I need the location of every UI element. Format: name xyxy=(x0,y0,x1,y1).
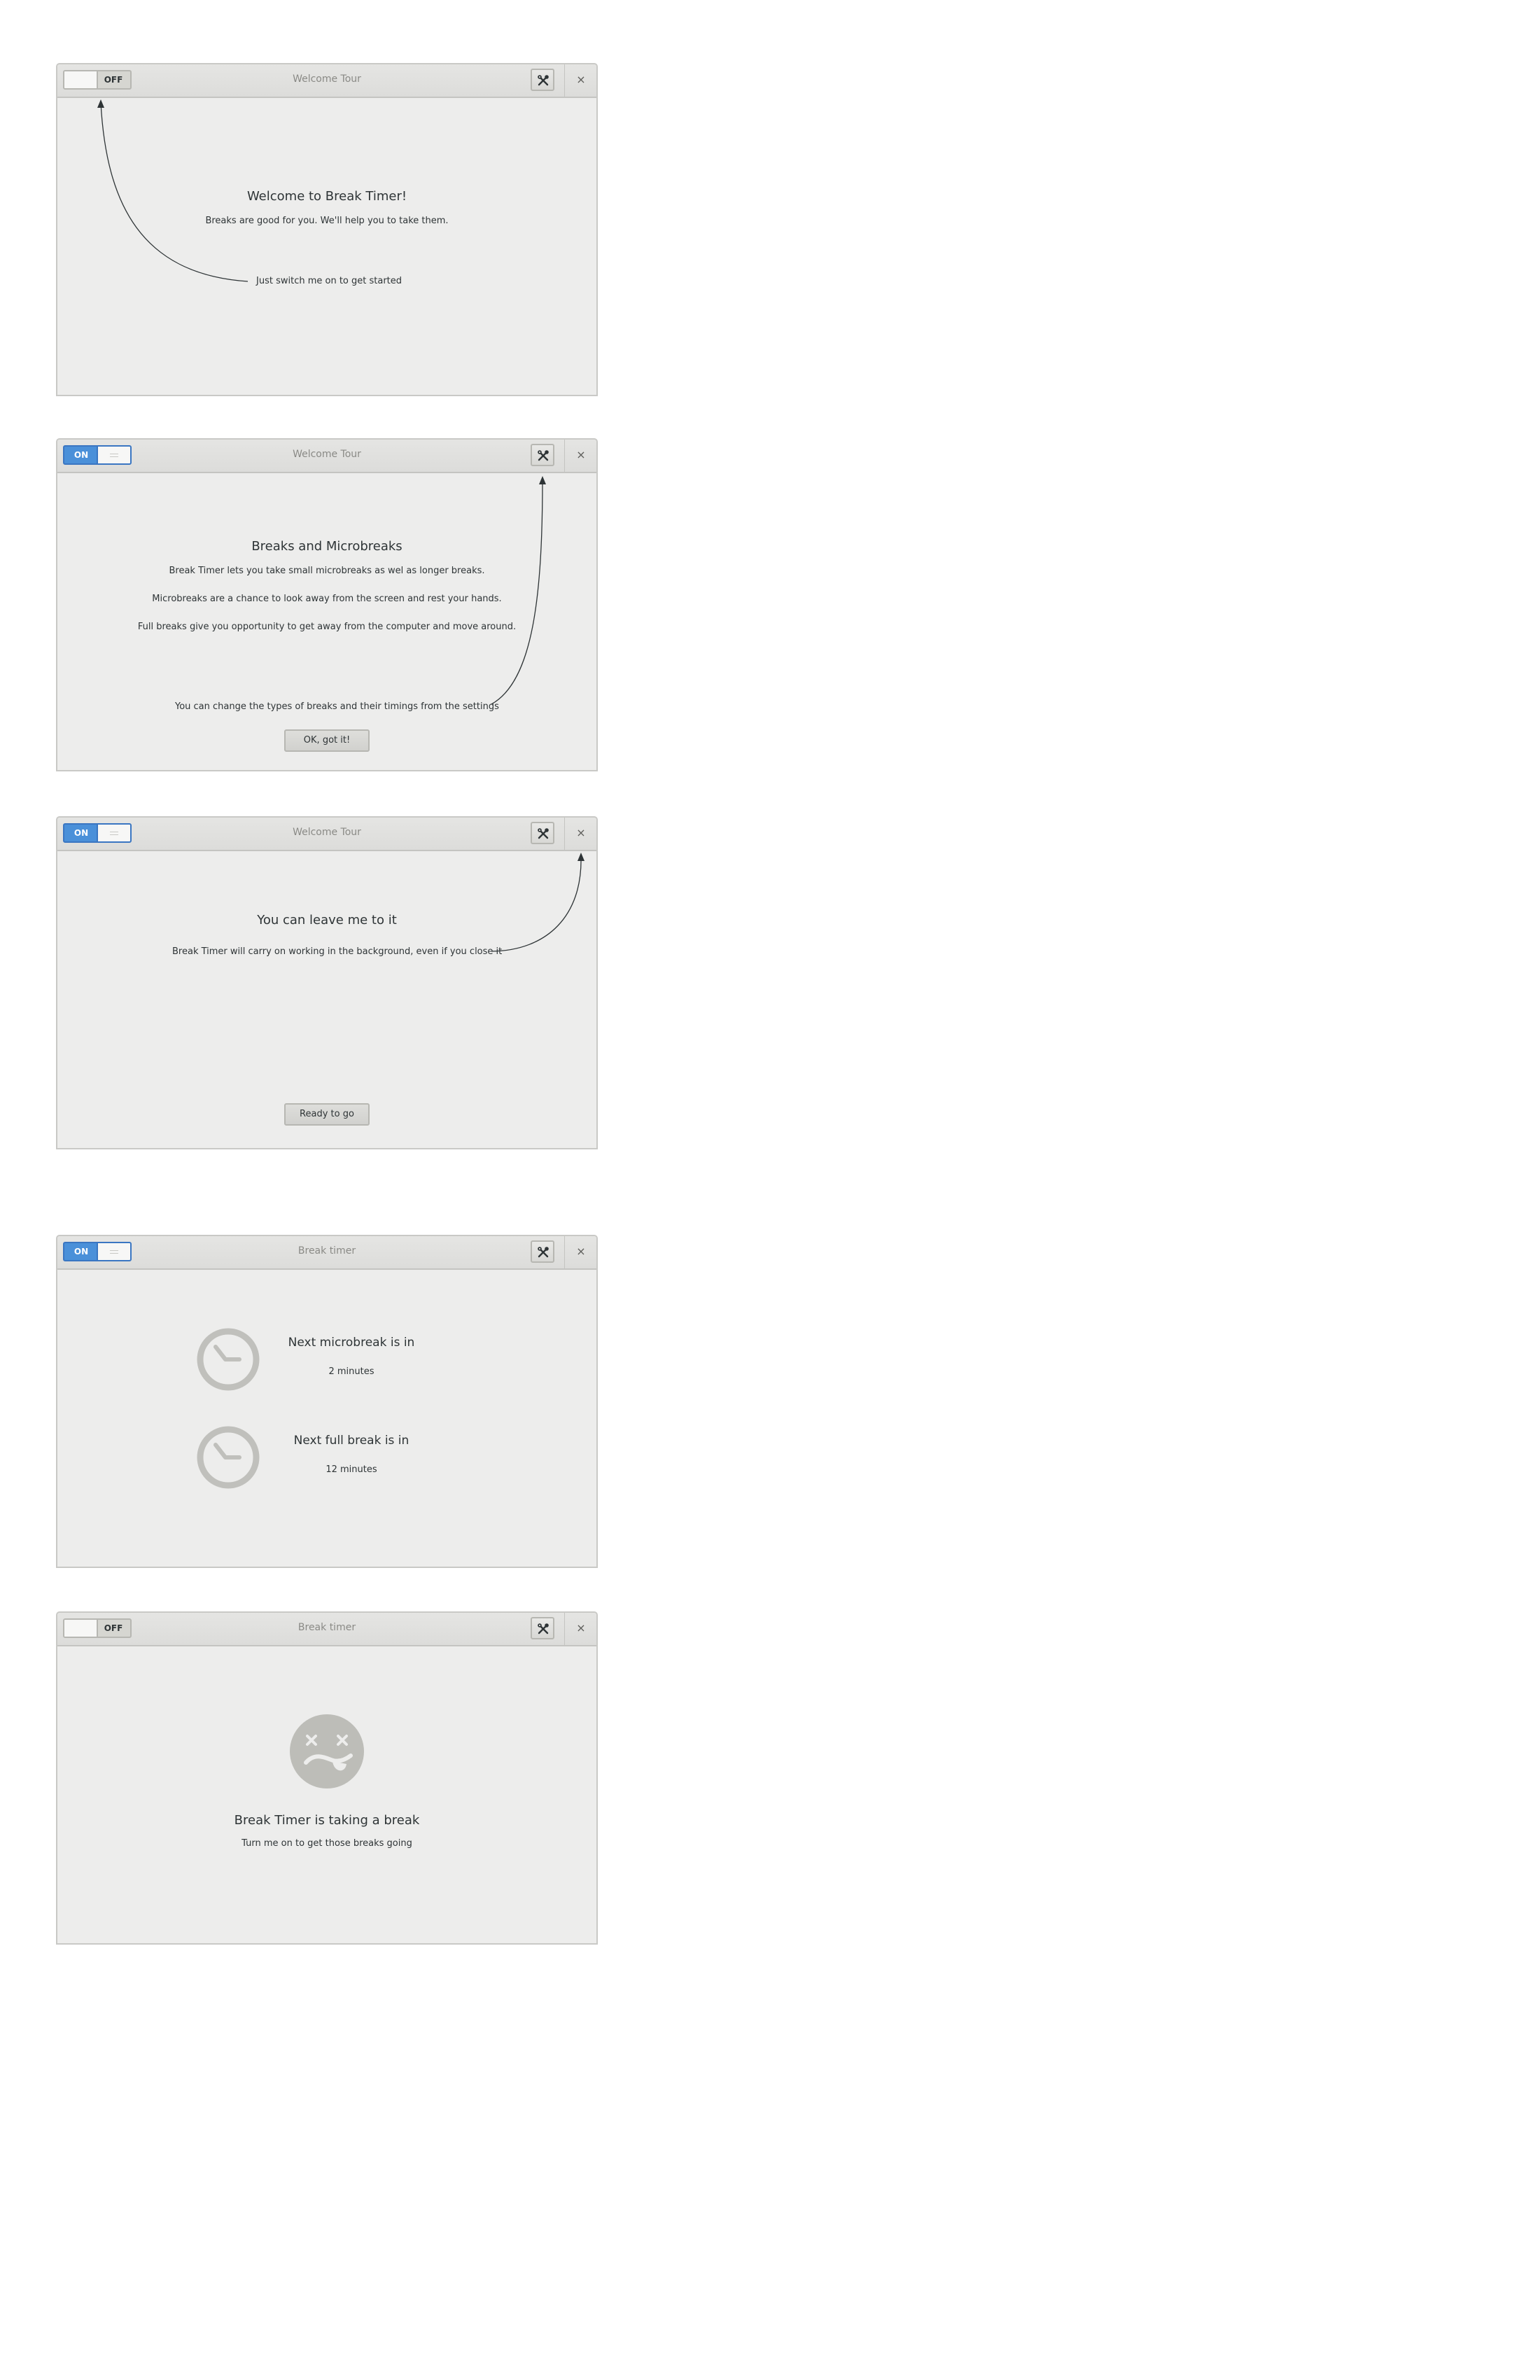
hint-arrow xyxy=(97,99,248,282)
microbreak-time: 2 minutes xyxy=(328,1366,374,1377)
welcome-window-2: ON Welcome Tour × Breaks and Microbreaks… xyxy=(56,438,598,771)
ready-to-go-button[interactable]: Ready to go xyxy=(284,1103,370,1126)
status-body: Turn me on to get those breaks going xyxy=(241,1838,412,1849)
titlebar-separator xyxy=(564,1613,565,1645)
paragraph: Full breaks give you opportunity to get … xyxy=(137,622,517,632)
close-button[interactable]: × xyxy=(567,1240,595,1263)
window-title: Break timer xyxy=(298,1245,356,1256)
hint-arrow xyxy=(491,476,546,705)
microbreak-row: Next microbreak is in 2 minutes xyxy=(57,1327,596,1397)
close-icon: × xyxy=(576,1621,586,1634)
full-break-time: 12 minutes xyxy=(326,1464,377,1475)
full-break-row: Next full break is in 12 minutes xyxy=(57,1425,596,1495)
clock-icon xyxy=(197,1426,260,1489)
titlebar: OFF Break timer × xyxy=(57,1613,596,1646)
welcome-heading: Welcome to Break Timer! xyxy=(246,189,407,204)
welcome-body: Breaks are good for you. We'll help you … xyxy=(205,216,449,226)
welcome-window-3: ON Welcome Tour × You can leave me to it… xyxy=(56,816,598,1149)
close-button[interactable]: × xyxy=(567,1617,595,1639)
hint-text: You can change the types of breaks and t… xyxy=(175,701,499,712)
dizzy-face-icon xyxy=(290,1714,364,1788)
ok-got-it-button[interactable]: OK, got it! xyxy=(284,729,370,752)
break-timer-window: ON Break timer × Next microbreak is in 2… xyxy=(56,1235,598,1568)
settings-button[interactable] xyxy=(531,1240,554,1263)
paragraph: Break Timer lets you take small microbre… xyxy=(169,566,485,576)
window-title: Break timer xyxy=(298,1622,356,1633)
body-text: Break Timer will carry on working in the… xyxy=(172,946,503,957)
tools-icon xyxy=(538,1247,549,1258)
hint-text: Just switch me on to get started xyxy=(256,276,402,286)
break-timer-off-window: OFF Break timer × Break Timer is taking … xyxy=(56,1611,598,1945)
section-heading: You can leave me to it xyxy=(257,913,397,927)
titlebar: ON Break timer × xyxy=(57,1236,596,1270)
paragraph: Microbreaks are a chance to look away fr… xyxy=(152,594,502,604)
section-heading: Breaks and Microbreaks xyxy=(251,539,402,554)
full-break-title: Next full break is in xyxy=(293,1434,410,1448)
welcome-window-1: OFF Welcome Tour × Welcome to Break Time… xyxy=(56,63,598,396)
hint-arrow xyxy=(491,853,584,952)
clock-icon xyxy=(197,1328,260,1391)
titlebar-separator xyxy=(564,1236,565,1268)
status-heading: Break Timer is taking a break xyxy=(234,1813,420,1828)
tools-icon xyxy=(538,1623,549,1634)
close-icon: × xyxy=(576,1245,586,1258)
settings-button[interactable] xyxy=(531,1617,554,1639)
microbreak-title: Next microbreak is in xyxy=(288,1336,415,1350)
